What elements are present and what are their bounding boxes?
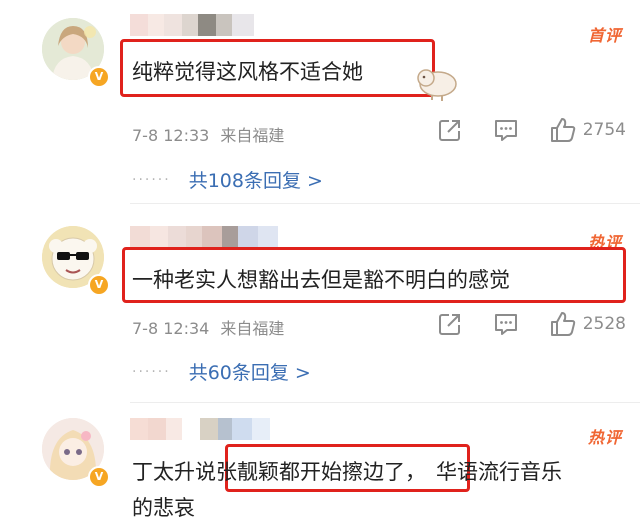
timestamp: 7-8 12:33 (132, 126, 210, 145)
comment-text: 丁太升说张靓颖都开始擦边了， 华语流行音乐 (132, 456, 562, 486)
comment-icon (494, 120, 517, 141)
like-icon (550, 312, 575, 336)
comment-icon (494, 314, 517, 335)
comment-meta: 7-8 12:34 来自福建 (132, 315, 284, 339)
like-count: 2528 (582, 314, 626, 334)
username-blurred[interactable] (130, 226, 278, 248)
timestamp: 7-8 12:34 (132, 319, 210, 338)
comment-actions: 2754 (437, 116, 626, 144)
like-icon (550, 118, 575, 142)
dots-icon: ······ (132, 363, 171, 380)
comment-text: 纯粹觉得这风格不适合她 (132, 60, 363, 84)
hot-comment-tag: 热评 (587, 428, 622, 447)
comment-text-part: 华语流行音乐 (436, 460, 562, 484)
share-button[interactable] (437, 311, 463, 337)
comment-text: 一种老实人想豁出去但是豁不明白的感觉 (132, 268, 510, 292)
dots-icon: ······ (132, 171, 171, 188)
like-button[interactable]: 2528 (549, 310, 626, 338)
comment-text-line2: 的悲哀 (132, 496, 195, 520)
location: 来自福建 (220, 126, 285, 145)
replies-link[interactable]: ······ 共108条回复 > (132, 166, 323, 193)
username-blurred[interactable] (130, 418, 270, 440)
reply-button[interactable] (493, 311, 519, 337)
comment-actions: 2528 (437, 310, 626, 338)
location: 来自福建 (220, 319, 285, 338)
divider (130, 402, 640, 403)
replies-count: 共60条回复 > (188, 362, 311, 384)
comment-text-part: 丁太升说 (132, 460, 216, 484)
like-count: 2754 (582, 120, 626, 140)
reply-button[interactable] (493, 117, 519, 143)
sheep-sticker-icon (417, 69, 457, 101)
share-icon (438, 120, 460, 141)
verified-badge-icon: V (88, 466, 110, 488)
replies-count: 共108条回复 > (188, 170, 323, 192)
like-button[interactable]: 2754 (549, 116, 626, 144)
first-comment-tag: 首评 (587, 26, 622, 45)
comment-text-highlighted: 张靓颖都开始擦边了， (216, 460, 426, 484)
share-icon (438, 314, 460, 335)
username-blurred[interactable] (130, 14, 254, 36)
comment-meta: 7-8 12:33 来自福建 (132, 122, 284, 146)
share-button[interactable] (437, 117, 463, 143)
verified-badge-icon: V (88, 274, 110, 296)
verified-badge-icon: V (88, 66, 110, 88)
divider (130, 203, 640, 204)
replies-link[interactable]: ······ 共60条回复 > (132, 358, 311, 385)
